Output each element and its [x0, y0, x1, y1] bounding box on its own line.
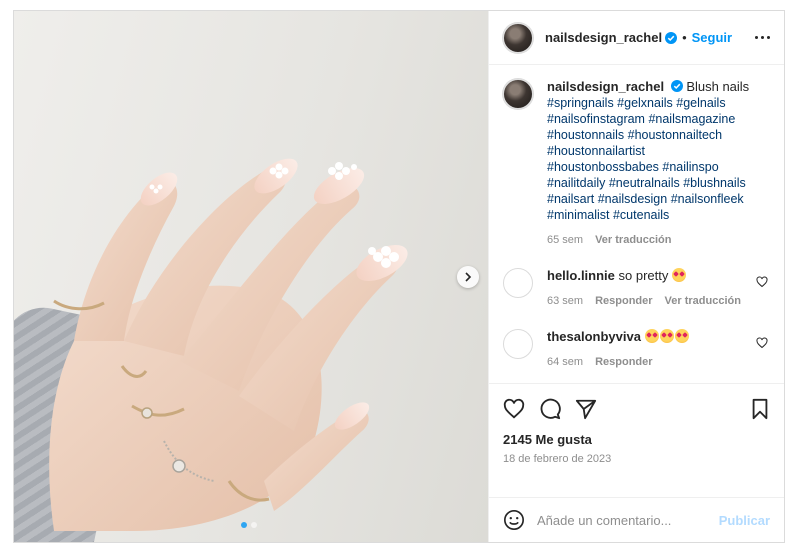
save-button[interactable] [750, 398, 770, 420]
comment-text: so pretty [618, 268, 669, 283]
carousel-indicator [241, 522, 257, 528]
carousel-dot-active [241, 522, 247, 528]
share-icon [575, 399, 597, 420]
heart-eyes-emoji-icon [672, 268, 687, 282]
author-username[interactable]: nailsdesign_rachel [545, 30, 662, 45]
hashtag-line[interactable]: #houstonbossbabes #nailinspo [547, 159, 757, 175]
heart-eyes-emoji-icon [644, 329, 659, 343]
hashtag-line[interactable]: #nailitdaily #neutralnails #blushnails [547, 175, 757, 191]
comments-list[interactable]: nailsdesign_rachel Blush nails #springna… [489, 65, 784, 383]
translate-link[interactable]: Ver traducción [595, 232, 671, 248]
comment-button[interactable] [539, 398, 561, 420]
caption-text: Blush nails [686, 79, 750, 94]
verified-badge-icon [665, 31, 678, 44]
heart-icon[interactable] [756, 337, 768, 349]
emoji-icon[interactable] [503, 509, 525, 531]
hashtag-line[interactable]: #houstonnails #houstonnailtech [547, 127, 757, 143]
caption-username[interactable]: nailsdesign_rachel [547, 79, 664, 94]
comment-item: hello.linnie so pretty 63 sem Responder … [503, 268, 770, 309]
caption-avatar[interactable] [503, 79, 533, 109]
follow-button[interactable]: Seguir [692, 30, 732, 45]
comment-meta: 63 sem Responder Ver traducción [547, 293, 747, 309]
commenter-avatar[interactable] [503, 268, 533, 298]
caption-hashtags: #springnails #gelxnails #gelnails #nails… [547, 95, 757, 223]
hashtag-line[interactable]: #nailsart #nailsdesign #nailsonfleek [547, 191, 757, 207]
carousel-dot [251, 522, 257, 528]
verified-badge-icon [670, 80, 683, 92]
comment-meta: 64 sem Responder [547, 354, 747, 370]
author-avatar[interactable] [503, 22, 533, 53]
reply-link[interactable]: Responder [595, 293, 652, 309]
commenter-avatar[interactable] [503, 329, 533, 359]
post-actions: 2145 Me gusta 18 de febrero de 2023 [489, 383, 784, 497]
next-image-button[interactable] [457, 266, 479, 288]
action-icons [503, 394, 770, 424]
heart-eyes-emoji-icon [659, 329, 674, 343]
heart-eyes-emoji-icon [674, 329, 689, 343]
like-button[interactable] [503, 398, 525, 420]
comment-username[interactable]: thesalonbyviva [547, 329, 641, 344]
translate-link[interactable]: Ver traducción [665, 293, 741, 309]
publish-button[interactable]: Publicar [719, 513, 770, 528]
heart-icon [503, 398, 525, 419]
bookmark-icon [752, 398, 768, 420]
header-separator: • [682, 30, 687, 45]
hand-illustration [49, 158, 408, 531]
comment-time: 64 sem [547, 356, 584, 368]
post-date: 18 de febrero de 2023 [503, 453, 612, 465]
comment-icon [540, 398, 561, 420]
comment-input[interactable] [537, 512, 719, 528]
more-options-icon[interactable] [755, 36, 770, 39]
post-dialog: nailsdesign_rachel • Seguir nailsdesign_… [13, 10, 785, 543]
reply-link[interactable]: Responder [595, 354, 652, 370]
hashtag-line[interactable]: #houstonnailartist [547, 143, 757, 159]
caption-meta: 65 sem Ver traducción [547, 232, 757, 248]
post-image[interactable] [14, 11, 488, 542]
comment-username[interactable]: hello.linnie [547, 268, 615, 283]
likes-count[interactable]: 2145 Me gusta [503, 432, 770, 447]
comment-time: 63 sem [547, 295, 584, 307]
post-caption: nailsdesign_rachel Blush nails #springna… [503, 79, 770, 248]
hashtag-line[interactable]: #springnails #gelxnails #gelnails [547, 95, 757, 111]
comment-composer: Publicar [489, 497, 784, 542]
heart-icon[interactable] [756, 276, 768, 288]
hashtag-line[interactable]: #minimalist #cutenails [547, 207, 757, 223]
chevron-right-icon [465, 272, 472, 282]
comment-item: thesalonbyviva 64 sem Responder [503, 329, 770, 370]
hashtag-line[interactable]: #nailsofinstagram #nailsmagazine [547, 111, 757, 127]
share-button[interactable] [575, 398, 597, 420]
caption-time: 65 sem [547, 234, 584, 246]
post-header: nailsdesign_rachel • Seguir [489, 11, 784, 65]
post-side-panel: nailsdesign_rachel • Seguir nailsdesign_… [488, 11, 784, 542]
